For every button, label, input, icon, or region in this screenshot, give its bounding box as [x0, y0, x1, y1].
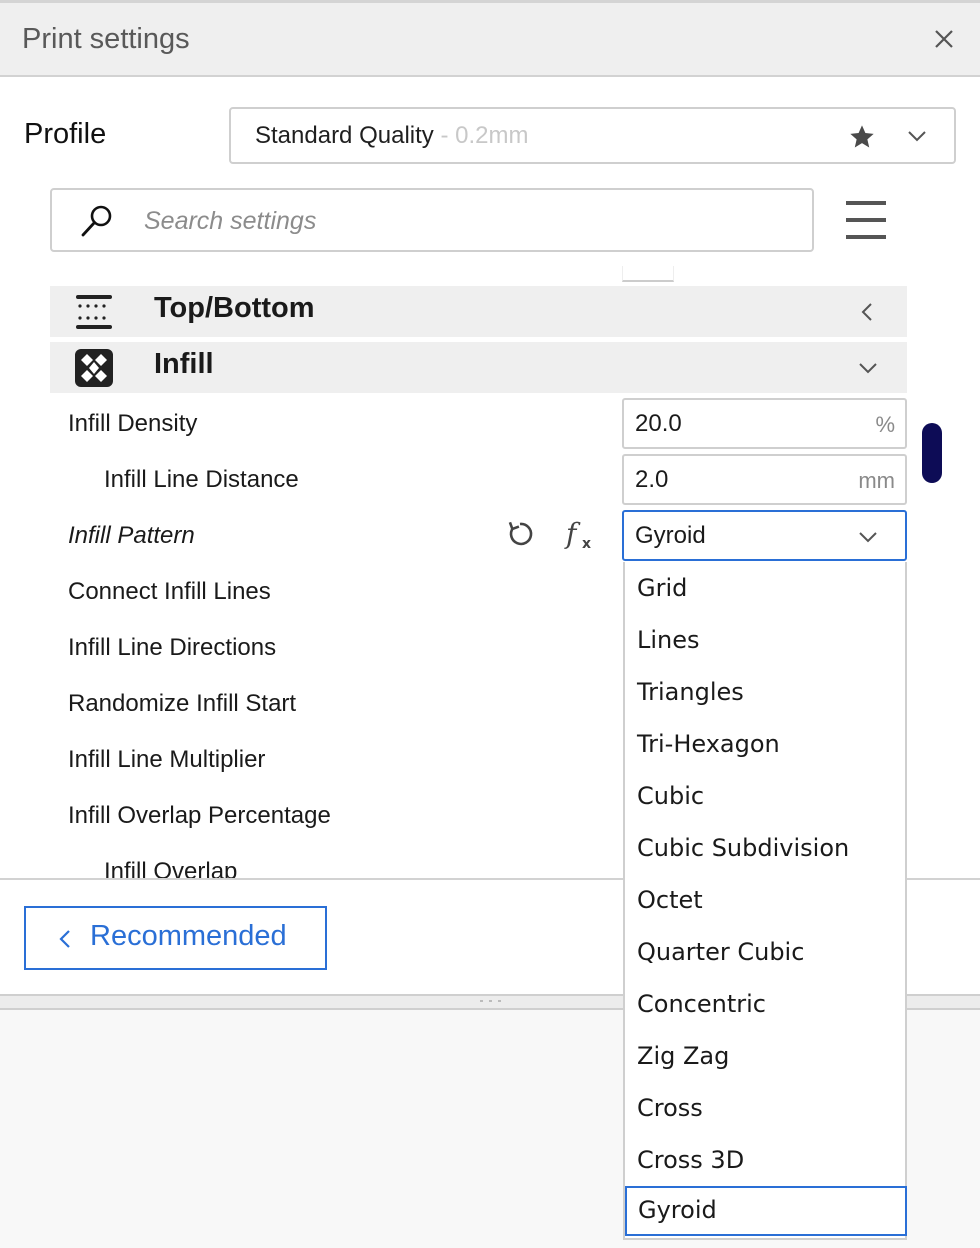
category-label: Infill	[154, 348, 214, 380]
dropdown-option[interactable]: Cross	[625, 1084, 905, 1134]
dropdown-option[interactable]: Concentric	[625, 980, 905, 1030]
setting-label: Infill Line Multiplier	[68, 746, 266, 773]
category-infill[interactable]: Infill	[50, 342, 907, 393]
dropdown-option[interactable]: Zig Zag	[625, 1032, 905, 1082]
unit-label: %	[875, 412, 895, 437]
search-input[interactable]	[144, 202, 784, 240]
chevron-down-icon	[908, 131, 926, 142]
profile-select[interactable]: Standard Quality - 0.2mm	[229, 107, 956, 164]
window-title: Print settings	[22, 23, 190, 55]
option-label: Cubic Subdivision	[637, 834, 850, 862]
setting-infill-density: Infill Density %	[50, 398, 907, 450]
option-label: Triangles	[637, 678, 744, 706]
category-top-bottom[interactable]: Top/Bottom	[50, 286, 907, 337]
svg-text:x: x	[582, 536, 591, 552]
title-bar: Print settings	[0, 3, 980, 77]
setting-label: Infill Overlap	[104, 858, 238, 878]
hamburger-menu-icon[interactable]	[846, 201, 886, 239]
infill-pattern-value: Gyroid	[635, 522, 706, 549]
dropdown-option[interactable]: Octet	[625, 876, 905, 926]
setting-label: Infill Overlap Percentage	[68, 802, 331, 829]
option-label: Gyroid	[638, 1196, 717, 1224]
svg-text:f: f	[564, 517, 581, 550]
profile-quality: Standard Quality	[255, 122, 434, 149]
option-label: Octet	[637, 886, 703, 914]
option-label: Concentric	[637, 990, 766, 1018]
search-icon	[81, 205, 112, 237]
category-label: Top/Bottom	[154, 292, 315, 324]
infill-line-distance-field[interactable]: mm	[622, 454, 907, 505]
infill-pattern-combo[interactable]: Gyroid	[622, 510, 907, 561]
search-box	[50, 188, 814, 252]
option-label: Grid	[637, 574, 688, 602]
option-label: Cubic	[637, 782, 705, 810]
dropdown-option-selected[interactable]: Gyroid	[625, 1186, 907, 1236]
dropdown-option[interactable]: Cubic	[625, 772, 905, 822]
option-label: Lines	[637, 626, 700, 654]
top-bottom-icon	[76, 295, 112, 329]
dropdown-option[interactable]: Quarter Cubic	[625, 928, 905, 978]
profile-name: Standard Quality - 0.2mm	[255, 122, 528, 150]
option-label: Tri-Hexagon	[637, 730, 780, 758]
setting-label: Infill Density	[68, 410, 198, 437]
setting-label: Connect Infill Lines	[68, 578, 271, 605]
setting-infill-pattern: Infill Pattern f x Gyroid	[50, 510, 907, 562]
star-icon[interactable]	[848, 123, 876, 151]
dropdown-option[interactable]: Cross 3D	[625, 1136, 905, 1186]
chevron-down-icon	[859, 532, 877, 543]
option-label: Zig Zag	[637, 1042, 730, 1070]
profile-layer-height: - 0.2mm	[433, 122, 529, 149]
tooltip-stub	[622, 266, 674, 282]
chevron-left-icon	[861, 303, 872, 321]
dropdown-option[interactable]: Triangles	[625, 668, 905, 718]
option-label: Cross	[637, 1094, 703, 1122]
setting-label: Infill Pattern	[68, 522, 195, 549]
setting-label: Infill Line Distance	[104, 466, 299, 493]
chevron-left-icon	[59, 930, 70, 948]
infill-icon	[75, 349, 113, 387]
recommended-button[interactable]: Recommended	[24, 906, 327, 970]
infill-density-field[interactable]: %	[622, 398, 907, 449]
reset-icon[interactable]	[502, 516, 538, 552]
setting-label: Randomize Infill Start	[68, 690, 297, 717]
scrollbar-handle[interactable]	[922, 423, 942, 483]
dropdown-option[interactable]: Grid	[625, 564, 905, 614]
option-label: Cross 3D	[637, 1146, 745, 1174]
infill-line-distance-input[interactable]	[635, 466, 835, 494]
setting-label: Infill Line Directions	[68, 634, 277, 661]
chevron-down-icon	[859, 363, 877, 374]
drag-handle-icon	[480, 1000, 501, 1002]
close-icon[interactable]	[930, 25, 958, 53]
profile-label: Profile	[24, 118, 107, 150]
unit-label: mm	[858, 468, 895, 493]
option-label: Quarter Cubic	[637, 938, 805, 966]
recommended-label: Recommended	[90, 920, 287, 952]
infill-pattern-dropdown: Grid Lines Triangles Tri-Hexagon Cubic C…	[623, 562, 907, 1240]
setting-infill-line-distance: Infill Line Distance mm	[50, 454, 907, 506]
function-fx-icon[interactable]: f x	[562, 516, 598, 552]
dropdown-option[interactable]: Lines	[625, 616, 905, 666]
infill-density-input[interactable]	[635, 410, 835, 438]
dropdown-option[interactable]: Cubic Subdivision	[625, 824, 905, 874]
dropdown-option[interactable]: Tri-Hexagon	[625, 720, 905, 770]
